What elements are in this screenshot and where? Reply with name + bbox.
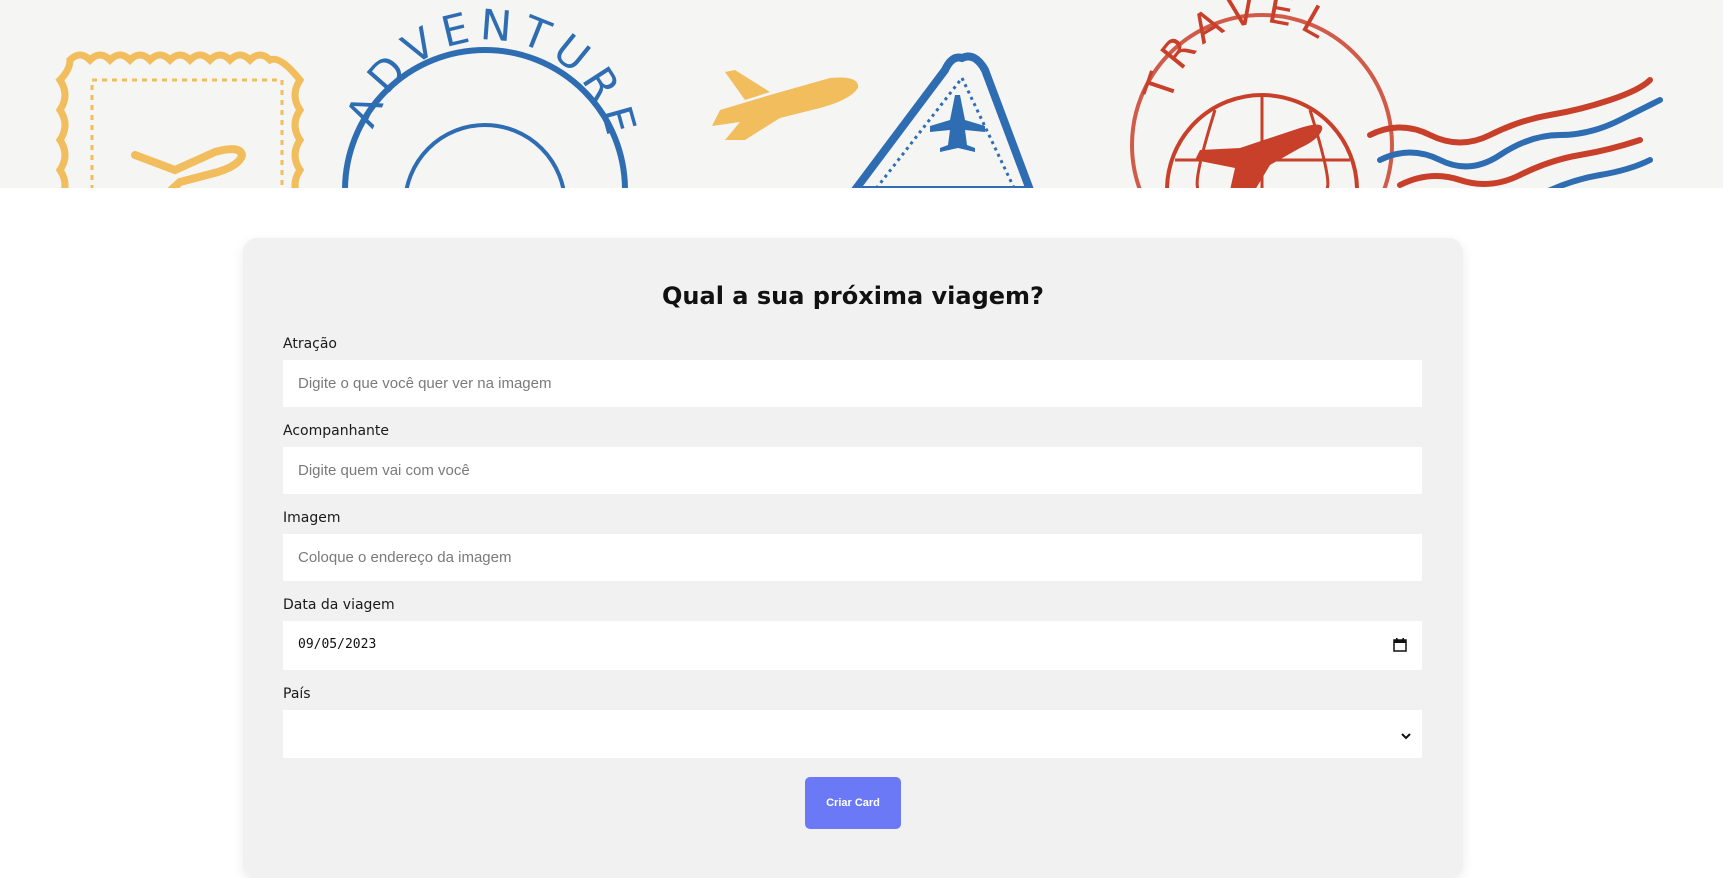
- date-value: 09/05/2023: [298, 637, 377, 652]
- criar-card-button[interactable]: Criar Card: [805, 777, 901, 829]
- trip-form-card: Qual a sua próxima viagem? Atração Acomp…: [243, 238, 1463, 878]
- pais-select[interactable]: [283, 710, 1422, 758]
- imagem-input[interactable]: [283, 534, 1422, 581]
- atracao-label: Atração: [283, 336, 337, 352]
- travel-stamps-illustration: ADVENTURE TRAVEL: [55, 0, 1663, 188]
- postmark-waves-icon: [1367, 77, 1663, 188]
- svg-text:TRAVEL: TRAVEL: [1135, 0, 1343, 107]
- acompanhante-input[interactable]: [283, 447, 1422, 494]
- adventure-stamp-icon: ADVENTURE: [337, 0, 640, 188]
- imagem-label: Imagem: [283, 510, 341, 526]
- travel-stamp-text: TRAVEL: [1135, 0, 1335, 107]
- calendar-icon[interactable]: [1393, 638, 1407, 656]
- header-banner: ADVENTURE TRAVEL: [0, 0, 1723, 188]
- chevron-down-icon: [1400, 728, 1412, 745]
- pais-label: País: [283, 686, 311, 702]
- atracao-input[interactable]: [283, 360, 1422, 407]
- triangle-stamp-icon: [851, 52, 1034, 188]
- travel-stamp-icon: TRAVEL: [1130, 0, 1394, 188]
- airplane-yellow-icon: [712, 70, 859, 140]
- data-viagem-label: Data da viagem: [283, 597, 395, 613]
- form-title: Qual a sua próxima viagem?: [662, 282, 1044, 310]
- acompanhante-label: Acompanhante: [283, 423, 389, 439]
- postage-stamp-icon: [55, 51, 305, 188]
- date-input[interactable]: 09/05/2023: [283, 621, 1422, 670]
